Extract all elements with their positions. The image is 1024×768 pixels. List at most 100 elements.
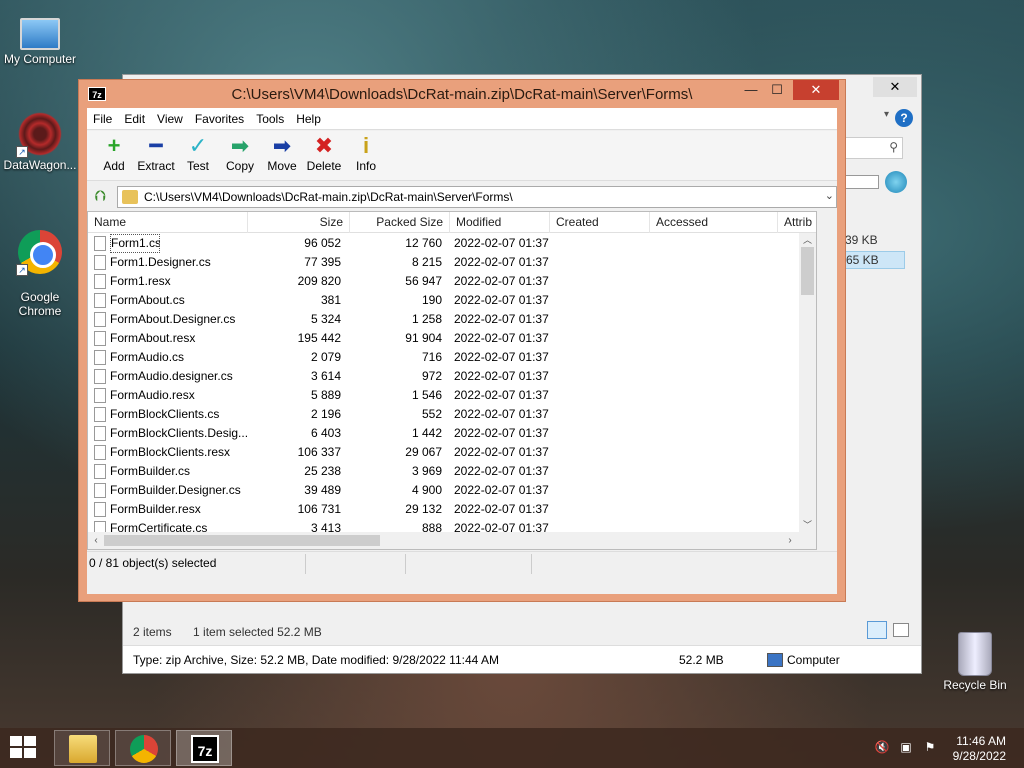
desktop-icon-my-computer[interactable]: My Computer <box>0 10 80 66</box>
minimize-button[interactable]: — <box>737 80 765 100</box>
close-button[interactable]: ✕ <box>793 80 839 100</box>
network-icon[interactable]: ▣ <box>898 740 914 756</box>
cell-size: 209 820 <box>297 274 341 288</box>
cell-name: FormAudio.cs <box>110 350 185 364</box>
menu-favorites[interactable]: Favorites <box>189 108 250 130</box>
7zip-icon: 7z <box>191 735 219 763</box>
cell-size: 2 079 <box>310 350 341 364</box>
table-row[interactable]: FormBlockClients.resx 106 337 29 067 2022-0… <box>88 443 816 462</box>
table-row[interactable]: FormAbout.resx 195 442 91 904 2022-02-07 01… <box>88 329 816 348</box>
system-clock[interactable]: 11:46 AM 9/28/2022 <box>953 734 1006 764</box>
maximize-button[interactable]: ☐ <box>763 80 791 100</box>
table-row[interactable]: FormBuilder.Designer.cs 39 489 4 900 2022-0… <box>88 481 816 500</box>
table-row[interactable]: FormBlockClients.cs 2 196 552 2022-02-07 01… <box>88 405 816 424</box>
table-row[interactable]: Form1.cs 96 052 12 760 2022-02-07 01:37 <box>88 234 816 253</box>
explorer-status-items: 2 items 1 item selected 52.2 MB <box>133 625 322 639</box>
vertical-scroll-thumb[interactable] <box>801 247 814 295</box>
table-row[interactable]: FormBuilder.cs 25 238 3 969 2022-02-07 01:3… <box>88 462 816 481</box>
column-accessed[interactable]: Accessed <box>650 212 778 233</box>
table-row[interactable]: FormAudio.cs 2 079 716 2022-02-07 01:37 <box>88 348 816 367</box>
file-icon <box>94 502 106 517</box>
file-icon <box>94 407 106 422</box>
taskbar-chrome[interactable] <box>115 730 171 766</box>
table-row[interactable]: FormAudio.resx 5 889 1 546 2022-02-07 01:37 <box>88 386 816 405</box>
cell-packed: 8 215 <box>411 255 442 269</box>
menu-edit[interactable]: Edit <box>118 108 151 130</box>
table-row[interactable]: FormAbout.Designer.cs 5 324 1 258 2022-02-0… <box>88 310 816 329</box>
windows-logo-icon <box>24 736 36 746</box>
horizontal-scrollbar[interactable]: ‹ › <box>88 532 816 549</box>
cell-name: FormBuilder.cs <box>110 464 191 478</box>
desktop-icon-label: Recycle Bin <box>943 678 1007 692</box>
cell-modified: 2022-02-07 01:37 <box>454 426 549 440</box>
extract-button[interactable]: ━ Extract <box>135 133 177 173</box>
cell-modified: 2022-02-07 01:37 <box>454 293 549 307</box>
taskbar-file-explorer[interactable] <box>54 730 110 766</box>
scroll-up-icon[interactable]: ︿ <box>799 233 816 247</box>
delete-icon: ✖ <box>314 133 334 158</box>
table-row[interactable]: Form1.Designer.cs 77 395 8 215 2022-02-07 0… <box>88 253 816 272</box>
taskbar-7zip[interactable]: 7z <box>176 730 232 766</box>
cell-size: 106 731 <box>297 502 341 516</box>
delete-button[interactable]: ✖ Delete <box>303 133 345 173</box>
explorer-search-input[interactable]: ⚲ <box>843 137 903 159</box>
column-packed-size[interactable]: Packed Size <box>350 212 450 233</box>
table-row[interactable]: FormAbout.cs 381 190 2022-02-07 01:37 <box>88 291 816 310</box>
cell-packed: 716 <box>421 350 442 364</box>
scroll-right-icon[interactable]: › <box>782 532 798 549</box>
horizontal-scroll-thumb[interactable] <box>104 535 380 546</box>
globe-icon[interactable] <box>885 171 907 193</box>
menu-help[interactable]: Help <box>290 108 327 130</box>
preview-icon[interactable] <box>843 175 879 189</box>
menu-tools[interactable]: Tools <box>250 108 290 130</box>
desktop-icon-recycle-bin[interactable]: Recycle Bin <box>935 632 1015 692</box>
location-label: Computer <box>787 653 840 667</box>
cell-modified: 2022-02-07 01:37 <box>454 464 549 478</box>
cell-name: FormAudio.designer.cs <box>110 369 233 383</box>
scroll-down-icon[interactable]: ﹀ <box>799 518 816 532</box>
table-row[interactable]: FormAudio.designer.cs 3 614 972 2022-02-07 … <box>88 367 816 386</box>
copy-button[interactable]: ➡ Copy <box>219 133 261 173</box>
selected-count: 1 item selected 52.2 MB <box>193 625 322 639</box>
file-list[interactable]: Name Size Packed Size Modified Created A… <box>87 211 817 550</box>
scroll-left-icon[interactable]: ‹ <box>88 532 104 549</box>
table-row[interactable]: FormBuilder.resx 106 731 29 132 2022-02-07 … <box>88 500 816 519</box>
start-button[interactable] <box>10 736 38 760</box>
up-folder-icon[interactable]: ⮉ <box>91 188 109 206</box>
column-modified[interactable]: Modified <box>450 212 550 233</box>
explorer-close-button[interactable]: ✕ <box>873 77 917 97</box>
menu-view[interactable]: View <box>151 108 189 130</box>
address-input[interactable]: C:\Users\VM4\Downloads\DcRat-main.zip\Dc… <box>117 186 837 208</box>
desktop-icon-label: Google Chrome <box>18 290 62 318</box>
file-icon <box>94 426 106 441</box>
column-name[interactable]: Name <box>88 212 248 233</box>
7zip-window[interactable]: 7z C:\Users\VM4\Downloads\DcRat-main.zip… <box>78 79 846 602</box>
column-size[interactable]: Size <box>248 212 350 233</box>
desktop-icon-label: DataWagon... <box>3 158 77 172</box>
address-bar: ⮉ C:\Users\VM4\Downloads\DcRat-main.zip\… <box>87 183 837 211</box>
chevron-down-icon[interactable]: ⌄ <box>825 189 834 202</box>
column-created[interactable]: Created <box>550 212 650 233</box>
selection-status: 0 / 81 object(s) selected <box>89 556 217 570</box>
desktop-icon-google-chrome[interactable]: ↗ Google Chrome <box>0 216 80 332</box>
file-explorer-icon <box>69 735 97 763</box>
column-attrib[interactable]: Attrib <box>778 212 816 233</box>
action-center-icon[interactable]: ⚑ <box>922 740 938 756</box>
test-button[interactable]: ✓ Test <box>177 133 219 173</box>
help-icon[interactable]: ? <box>895 109 913 127</box>
large-icons-view-icon[interactable] <box>893 623 909 637</box>
desktop-icon-datawagon[interactable]: ↗ DataWagon... <box>0 112 80 172</box>
7zip-titlebar[interactable]: 7z C:\Users\VM4\Downloads\DcRat-main.zip… <box>79 80 845 108</box>
vertical-scrollbar[interactable]: ︿ ﹀ <box>799 233 816 532</box>
add-button[interactable]: + Add <box>93 133 135 173</box>
volume-muted-icon[interactable]: 🔇 <box>874 740 890 756</box>
table-row[interactable]: FormBlockClients.Desig... 6 403 1 442 2022-… <box>88 424 816 443</box>
table-row[interactable]: Form1.resx 209 820 56 947 2022-02-07 01:37 <box>88 272 816 291</box>
cell-name: FormAbout.cs <box>110 293 185 307</box>
add-icon: + <box>107 133 121 158</box>
chevron-down-icon[interactable]: ▾ <box>884 109 889 120</box>
menu-file[interactable]: File <box>87 108 118 130</box>
details-view-icon[interactable] <box>867 621 887 639</box>
info-button[interactable]: i Info <box>345 133 387 173</box>
move-button[interactable]: ➡ Move <box>261 133 303 173</box>
